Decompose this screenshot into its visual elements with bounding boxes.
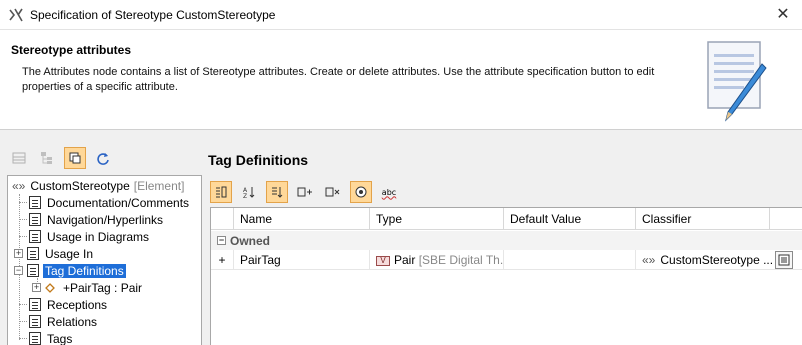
grid-view-icon[interactable] <box>8 147 30 169</box>
page-icon <box>29 298 41 311</box>
collapse-icon[interactable]: − <box>14 266 23 275</box>
tag-definitions-grid: Name Type Default Value Classifier − Own… <box>210 207 802 345</box>
specification-button[interactable] <box>775 251 793 269</box>
tree-item-label: Usage in Diagrams <box>47 229 150 244</box>
description-header: Stereotype attributes The Attributes nod… <box>0 30 802 130</box>
sort-order-icon[interactable] <box>266 181 288 203</box>
row-marker: + <box>211 250 234 270</box>
column-header-default-value[interactable]: Default Value <box>504 208 636 230</box>
tree-item-pairtag[interactable]: + +PairTag : Pair <box>32 279 144 296</box>
tree-item[interactable]: Tags <box>19 330 74 345</box>
svg-text:Z: Z <box>243 193 247 199</box>
group-label: Owned <box>230 233 271 248</box>
tree-item-label: Usage In <box>45 246 94 261</box>
tree-item-tag-definitions[interactable]: − Tag Definitions <box>14 262 126 279</box>
column-header-type[interactable]: Type <box>370 208 504 230</box>
property-diamond-icon <box>45 282 55 293</box>
tree-item[interactable]: + Usage In <box>14 245 95 262</box>
spelling-icon[interactable]: abc <box>378 181 400 203</box>
expand-icon[interactable]: + <box>32 283 41 292</box>
type-owner: [SBE Digital Th... <box>418 253 504 267</box>
row-marker-header <box>211 208 234 230</box>
tree-root-meta: [Element] <box>133 178 185 193</box>
page-icon <box>29 196 41 209</box>
page-icon <box>27 264 39 277</box>
tree-item-label: Relations <box>47 314 98 329</box>
tree-root[interactable]: «» CustomStereotype [Element] <box>12 177 184 194</box>
tree-item-label: Documentation/Comments <box>47 195 190 210</box>
column-header-name[interactable]: Name <box>234 208 370 230</box>
panel-title: Tag Definitions <box>208 152 309 168</box>
stereotype-marker: «» <box>12 178 26 193</box>
tree-item-label: Tag Definitions <box>43 263 126 278</box>
spelling-label: abc <box>381 187 397 197</box>
stereotype-marker: «» <box>642 253 656 267</box>
grid-header: Name Type Default Value Classifier <box>211 208 802 230</box>
add-attribute-icon[interactable] <box>294 181 316 203</box>
page-icon <box>29 230 41 243</box>
title-bar: Specification of Stereotype CustomStereo… <box>0 0 802 30</box>
collapse-icon[interactable]: − <box>217 236 226 245</box>
tree-view-icon[interactable] <box>36 147 58 169</box>
tree-root-label: CustomStereotype <box>30 178 130 193</box>
header-description: The Attributes node contains a list of S… <box>22 66 655 93</box>
group-by-icon[interactable] <box>210 181 232 203</box>
tree-item[interactable]: Relations <box>19 313 99 330</box>
tree-item[interactable]: Navigation/Hyperlinks <box>19 211 165 228</box>
tree-item-label: Receptions <box>47 297 108 312</box>
tree-item-label: +PairTag : Pair <box>63 280 143 295</box>
classifier-name: CustomStereotype ... <box>660 253 774 267</box>
specification-tree: «» CustomStereotype [Element] Documentat… <box>7 175 202 345</box>
table-row[interactable]: + PairTag V Pair [SBE Digital Th... «» Cus… <box>211 250 802 270</box>
cell-type[interactable]: V Pair [SBE Digital Th... <box>370 250 504 270</box>
remove-attribute-icon[interactable] <box>322 181 344 203</box>
tree-toolbar <box>8 146 114 170</box>
tree-item[interactable]: Receptions <box>19 296 109 313</box>
expand-icon[interactable]: + <box>14 249 23 258</box>
tree-item[interactable]: Documentation/Comments <box>19 194 191 211</box>
document-pencil-icon <box>707 41 767 122</box>
compact-view-icon[interactable] <box>64 147 86 169</box>
tree-item-label: Navigation/Hyperlinks <box>47 212 164 227</box>
cell-classifier[interactable]: «» CustomStereotype ... <box>636 250 802 270</box>
column-header-classifier[interactable]: Classifier <box>636 208 770 230</box>
close-icon[interactable]: ✕ <box>774 6 792 24</box>
refresh-icon[interactable] <box>92 147 114 169</box>
tree-item[interactable]: Usage in Diagrams <box>19 228 151 245</box>
sort-alpha-icon[interactable]: AZ <box>238 181 260 203</box>
show-inherited-icon[interactable] <box>350 181 372 203</box>
page-icon <box>29 315 41 328</box>
tree-item-label: Tags <box>47 331 73 345</box>
type-name: Pair <box>394 253 416 267</box>
value-type-icon: V <box>376 255 390 266</box>
page-icon <box>29 213 41 226</box>
window-title: Specification of Stereotype CustomStereo… <box>30 7 276 22</box>
page-icon <box>27 247 39 260</box>
cell-default-value[interactable] <box>504 250 636 270</box>
cell-name[interactable]: PairTag <box>234 250 370 270</box>
page-icon <box>29 332 41 345</box>
grid-toolbar: AZ abc <box>210 180 400 204</box>
group-row-owned[interactable]: − Owned <box>211 231 802 250</box>
stereotype-app-icon <box>8 7 24 23</box>
header-title: Stereotype attributes <box>11 43 132 57</box>
